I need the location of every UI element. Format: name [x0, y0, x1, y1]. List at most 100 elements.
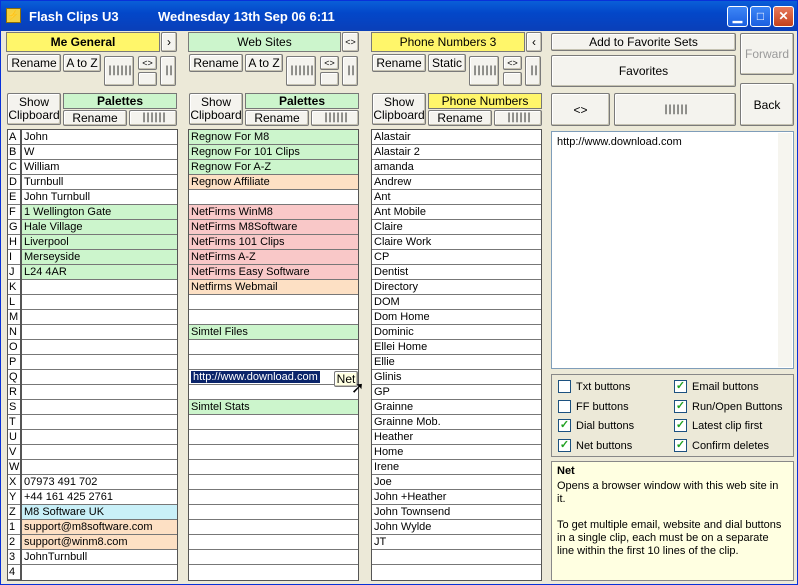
list-item[interactable]: NetFirms Easy Software: [189, 265, 358, 280]
list-item[interactable]: [189, 355, 358, 370]
list-item[interactable]: Glinis: [372, 370, 541, 385]
swap-button[interactable]: <>: [551, 93, 610, 126]
palette-rename-button-1[interactable]: Rename: [63, 110, 127, 126]
back-button[interactable]: Back: [740, 83, 794, 126]
option-checkbox[interactable]: Txt buttons: [558, 380, 630, 393]
checkbox-icon[interactable]: ✓: [558, 439, 571, 452]
checkbox-icon[interactable]: ✓: [674, 419, 687, 432]
list-item[interactable]: John Townsend: [372, 505, 541, 520]
barcode-icon[interactable]: ||||||: [494, 110, 542, 126]
barcode-icon[interactable]: ||||||: [129, 110, 177, 126]
bars-icon[interactable]: ||: [342, 56, 358, 86]
list-item[interactable]: [22, 325, 177, 340]
list-item[interactable]: Dominic: [372, 325, 541, 340]
list-item[interactable]: Simtel Files: [189, 325, 358, 340]
blank-button[interactable]: [320, 72, 339, 86]
list-item[interactable]: Liverpool: [22, 235, 177, 250]
option-checkbox[interactable]: ✓ Run/Open Buttons: [674, 400, 783, 413]
blank-button[interactable]: [138, 72, 157, 86]
set-header-me-general[interactable]: Me General: [6, 32, 160, 52]
list-item[interactable]: support@winm8.com: [22, 535, 177, 550]
title-bar[interactable]: ⚡ Flash Clips U3 Wednesday 13th Sep 06 6…: [1, 1, 797, 31]
list-item[interactable]: Home: [372, 445, 541, 460]
list-item[interactable]: JohnTurnbull: [22, 550, 177, 565]
list-item[interactable]: [22, 565, 177, 580]
list-item[interactable]: M8 Software UK: [22, 505, 177, 520]
list-item[interactable]: Regnow Affiliate: [189, 175, 358, 190]
barcode-icon[interactable]: ||||||: [311, 110, 359, 126]
list-item[interactable]: Claire: [372, 220, 541, 235]
list-item[interactable]: Alastair: [372, 130, 541, 145]
set-header-web-sites[interactable]: Web Sites: [188, 32, 341, 52]
list-item[interactable]: [189, 295, 358, 310]
chevron-left-icon[interactable]: ‹: [526, 32, 542, 52]
option-checkbox[interactable]: ✓ Dial buttons: [558, 419, 634, 432]
barcode-icon[interactable]: ||||||: [614, 93, 736, 126]
rename-button-1[interactable]: Rename: [7, 54, 61, 72]
list-item[interactable]: L24 4AR: [22, 265, 177, 280]
list-item[interactable]: Alastair 2: [372, 145, 541, 160]
list-item[interactable]: [189, 445, 358, 460]
list-item[interactable]: Dom Home: [372, 310, 541, 325]
list-item[interactable]: Ant: [372, 190, 541, 205]
option-checkbox[interactable]: ✓ Email buttons: [674, 380, 759, 393]
list-item[interactable]: [22, 400, 177, 415]
list-item[interactable]: [189, 505, 358, 520]
list-item[interactable]: [189, 385, 358, 400]
list-item[interactable]: Regnow For M8: [189, 130, 358, 145]
checkbox-icon[interactable]: ✓: [674, 380, 687, 393]
list-item[interactable]: Directory: [372, 280, 541, 295]
list-item[interactable]: [189, 475, 358, 490]
list-item[interactable]: Netfirms Webmail: [189, 280, 358, 295]
swap-icon[interactable]: <>: [138, 56, 157, 70]
list-item[interactable]: John Turnbull: [22, 190, 177, 205]
barcode-icon[interactable]: ||||||: [286, 56, 316, 86]
list-item[interactable]: Ellie: [372, 355, 541, 370]
list-item[interactable]: [22, 445, 177, 460]
list-item[interactable]: NetFirms M8Software: [189, 220, 358, 235]
list-item[interactable]: Ellei Home: [372, 340, 541, 355]
list-item[interactable]: [372, 565, 541, 580]
rename-button-2[interactable]: Rename: [189, 54, 243, 72]
list-item[interactable]: DOM: [372, 295, 541, 310]
minimize-icon[interactable]: ▁: [727, 6, 748, 27]
list-item[interactable]: support@m8software.com: [22, 520, 177, 535]
checkbox-icon[interactable]: ✓: [674, 400, 687, 413]
bars-icon[interactable]: ||: [160, 56, 176, 86]
add-favorite-sets-button[interactable]: Add to Favorite Sets: [551, 33, 736, 51]
option-checkbox[interactable]: ✓ Latest clip first: [674, 419, 762, 432]
list-item[interactable]: [189, 340, 358, 355]
set-header-phone-numbers[interactable]: Phone Numbers 3: [371, 32, 525, 52]
checkbox-icon[interactable]: [558, 380, 571, 393]
list-item[interactable]: [22, 355, 177, 370]
list-item[interactable]: [189, 430, 358, 445]
sort-button-1[interactable]: A to Z: [63, 54, 101, 72]
list-item[interactable]: John: [22, 130, 177, 145]
list-item[interactable]: [189, 520, 358, 535]
show-clipboard-button-3[interactable]: Show Clipboard: [372, 93, 426, 125]
list-item[interactable]: CP: [372, 250, 541, 265]
close-icon[interactable]: ✕: [773, 6, 794, 27]
swap-icon[interactable]: <>: [320, 56, 339, 70]
list-item[interactable]: [189, 415, 358, 430]
list-item[interactable]: John +Heather: [372, 490, 541, 505]
list-item[interactable]: [22, 310, 177, 325]
option-checkbox[interactable]: FF buttons: [558, 400, 629, 413]
swap-icon[interactable]: <>: [503, 56, 522, 70]
list-item[interactable]: William: [22, 160, 177, 175]
scrollbar[interactable]: [778, 133, 792, 367]
list-item[interactable]: Dentist: [372, 265, 541, 280]
list-item[interactable]: JT: [372, 535, 541, 550]
favorites-button[interactable]: Favorites: [551, 55, 736, 87]
list-item[interactable]: Turnbull: [22, 175, 177, 190]
list-item[interactable]: Simtel Stats: [189, 400, 358, 415]
list-item[interactable]: [189, 565, 358, 580]
selected-clip[interactable]: http://www.download.com: [191, 371, 320, 383]
list-item[interactable]: John Wylde: [372, 520, 541, 535]
list-item[interactable]: Joe: [372, 475, 541, 490]
list-item[interactable]: amanda: [372, 160, 541, 175]
list-item[interactable]: Ant Mobile: [372, 205, 541, 220]
list-item[interactable]: NetFirms WinM8: [189, 205, 358, 220]
list-item[interactable]: Merseyside: [22, 250, 177, 265]
list-item[interactable]: [22, 460, 177, 475]
